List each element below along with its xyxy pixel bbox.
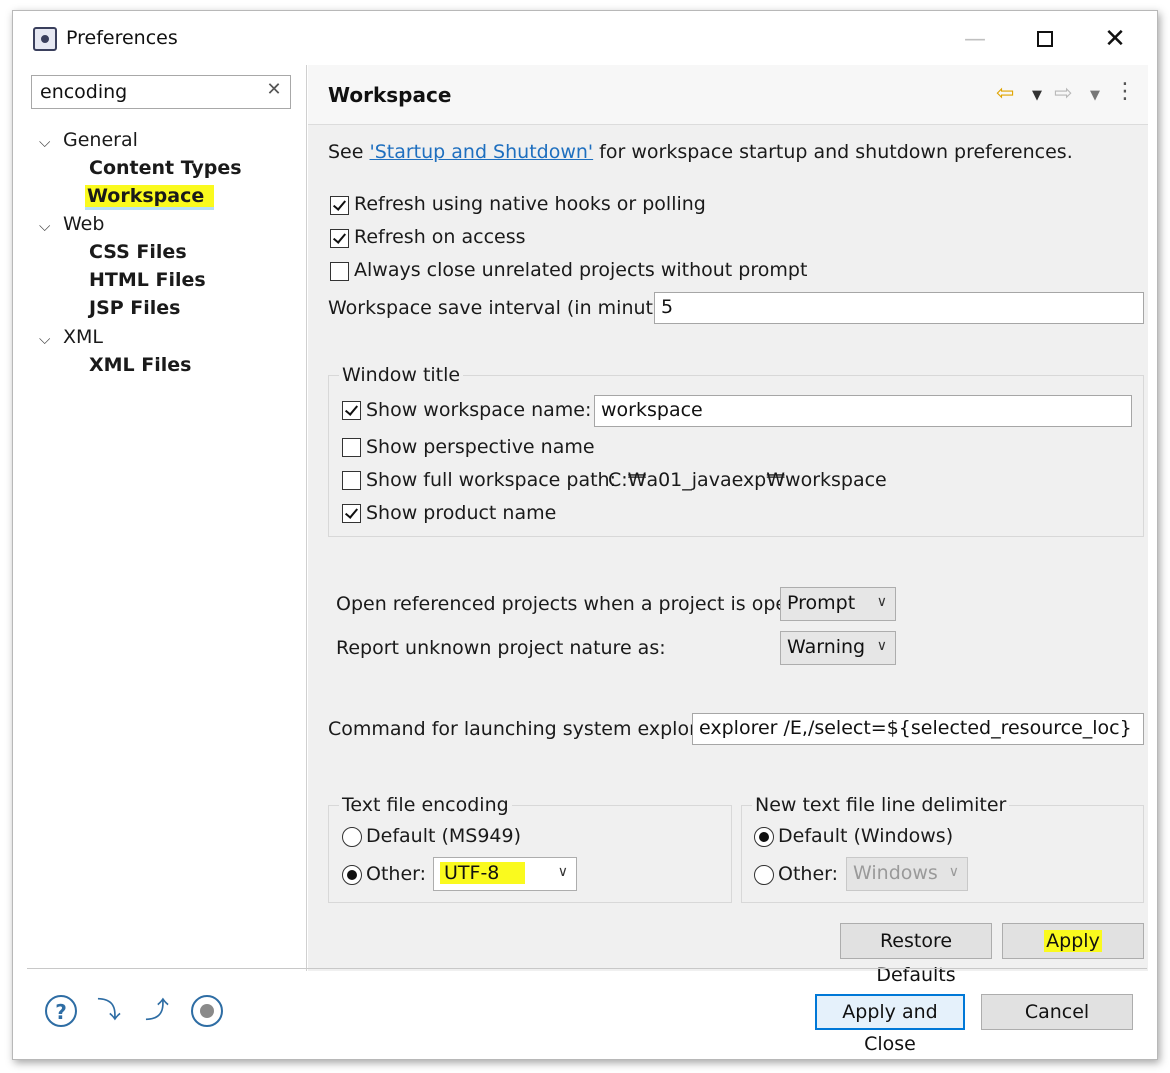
refresh-native-label: Refresh using native hooks or polling [354,193,706,215]
encoding-value: UTF-8 [440,862,526,884]
minimize-icon: — [964,26,986,52]
refresh-access-label: Refresh on access [354,226,526,248]
maximize-button[interactable] [1017,17,1073,61]
tree-item-xml-files[interactable]: XML Files [89,354,191,376]
footer-separator [27,968,1147,969]
tree-item-general[interactable]: General [63,129,138,151]
refresh-native-checkbox[interactable] [330,196,349,215]
page-header: Workspace ⇦ ▼ ⇨ ▼ ⋮ [308,65,1148,125]
workspace-preference-page: Workspace ⇦ ▼ ⇨ ▼ ⋮ See 'Startup and Shu… [308,65,1148,986]
show-full-path-checkbox[interactable] [342,471,361,490]
delimiter-other-radio[interactable] [754,865,774,885]
tree-item-html-files[interactable]: HTML Files [89,269,206,291]
tree-item-content-types[interactable]: Content Types [89,157,242,179]
show-workspace-name-label: Show workspace name: [366,399,592,421]
delimiter-value: Windows [853,862,938,884]
text-encoding-legend: Text file encoding [339,794,512,816]
view-menu-icon[interactable]: ⋮ [1114,79,1136,104]
save-interval-label: Workspace save interval (in minutes): [328,297,689,319]
eclipse-app-icon [33,27,57,51]
intro-prefix: See [328,141,370,163]
show-perspective-name-label: Show perspective name [366,436,595,458]
tree-item-web[interactable]: Web [63,213,104,235]
tree-item-workspace[interactable]: Workspace [85,185,215,210]
chevron-down-icon: ∨ [948,864,959,880]
chevron-down-icon: ∨ [876,638,887,654]
startup-shutdown-link[interactable]: 'Startup and Shutdown' [369,141,593,163]
dropdown-icon[interactable]: ▼ [1032,88,1042,103]
show-perspective-name-checkbox[interactable] [342,438,361,457]
forward-arrow-icon[interactable]: ⇨ [1054,81,1072,106]
encoding-default-radio[interactable] [342,827,362,847]
delimiter-other-label: Other: [778,863,839,885]
page-title: Workspace [328,83,452,107]
restore-defaults-button[interactable]: Restore Defaults [840,923,992,986]
show-full-path-label: Show full workspace path: [366,469,616,491]
explorer-command-input[interactable]: explorer /E,/select=${selected_resource_… [692,713,1144,745]
show-workspace-name-checkbox[interactable] [342,401,361,420]
refresh-access-checkbox[interactable] [330,229,349,248]
minimize-button[interactable]: — [947,17,1003,61]
dropdown-icon[interactable]: ▼ [1090,88,1100,103]
line-delimiter-legend: New text file line delimiter [752,794,1010,816]
encoding-other-label: Other: [366,863,427,885]
report-unknown-label: Report unknown project nature as: [336,637,666,659]
intro-text: See 'Startup and Shutdown' for workspace… [328,141,1073,163]
delimiter-default-radio[interactable] [754,827,774,847]
open-referenced-label: Open referenced projects when a project … [336,593,830,615]
close-unrelated-checkbox[interactable] [330,262,349,281]
report-unknown-value: Warning [787,636,866,658]
chevron-down-icon[interactable]: ⌵ [39,133,50,151]
close-unrelated-label: Always close unrelated projects without … [354,259,808,281]
open-referenced-value: Prompt [787,592,856,614]
open-referenced-select[interactable]: Prompt ∨ [780,587,896,621]
explorer-label: Command for launching system explorer: [328,718,723,740]
preferences-window: Preferences — ✕ ✕ ⌵ General Content Type… [12,10,1158,1060]
tree-item-css-files[interactable]: CSS Files [89,241,187,263]
back-arrow-icon[interactable]: ⇦ [996,81,1014,106]
chevron-down-icon: ∨ [876,594,887,610]
chevron-down-icon[interactable]: ⌵ [39,217,50,235]
encoding-select[interactable]: UTF-8 ∨ [433,857,577,891]
save-interval-input[interactable]: 5 [654,292,1144,324]
intro-suffix: for workspace startup and shutdown prefe… [593,141,1073,163]
window-title-legend: Window title [339,364,464,386]
chevron-down-icon: ∨ [557,864,568,880]
apply-button[interactable]: Apply [1002,923,1144,959]
full-path-value: C:₩a01_javaexp₩workspace [608,469,887,491]
encoding-other-radio[interactable] [342,865,362,885]
maximize-icon [1037,31,1053,47]
import-icon[interactable]: ⤵ [93,995,125,1027]
apply-and-close-button[interactable]: Apply and Close [815,994,965,1055]
show-product-name-checkbox[interactable] [342,504,361,523]
close-icon: ✕ [1104,24,1126,54]
clear-filter-icon[interactable]: ✕ [263,79,285,103]
chevron-down-icon[interactable]: ⌵ [39,330,50,348]
show-product-name-label: Show product name [366,502,557,524]
tree-item-jsp-files[interactable]: JSP Files [89,297,181,319]
delimiter-select: Windows ∨ [846,857,968,891]
delimiter-default-label: Default (Windows) [778,825,954,847]
help-icon[interactable]: ? [45,995,77,1027]
filter-input[interactable] [31,75,291,109]
apply-button-label: Apply [1044,930,1102,952]
workspace-name-input[interactable]: workspace [594,395,1132,427]
close-button[interactable]: ✕ [1087,17,1143,61]
preference-tree-panel: ✕ ⌵ General Content Types Workspace ⌵ We… [27,65,307,971]
cancel-button[interactable]: Cancel [981,994,1133,1030]
export-icon[interactable]: ⤴ [141,995,173,1027]
encoding-default-label: Default (MS949) [366,825,522,847]
record-icon[interactable] [191,995,223,1027]
window-title: Preferences [66,27,178,49]
tree-item-xml[interactable]: XML [63,326,103,348]
report-unknown-select[interactable]: Warning ∨ [780,631,896,665]
